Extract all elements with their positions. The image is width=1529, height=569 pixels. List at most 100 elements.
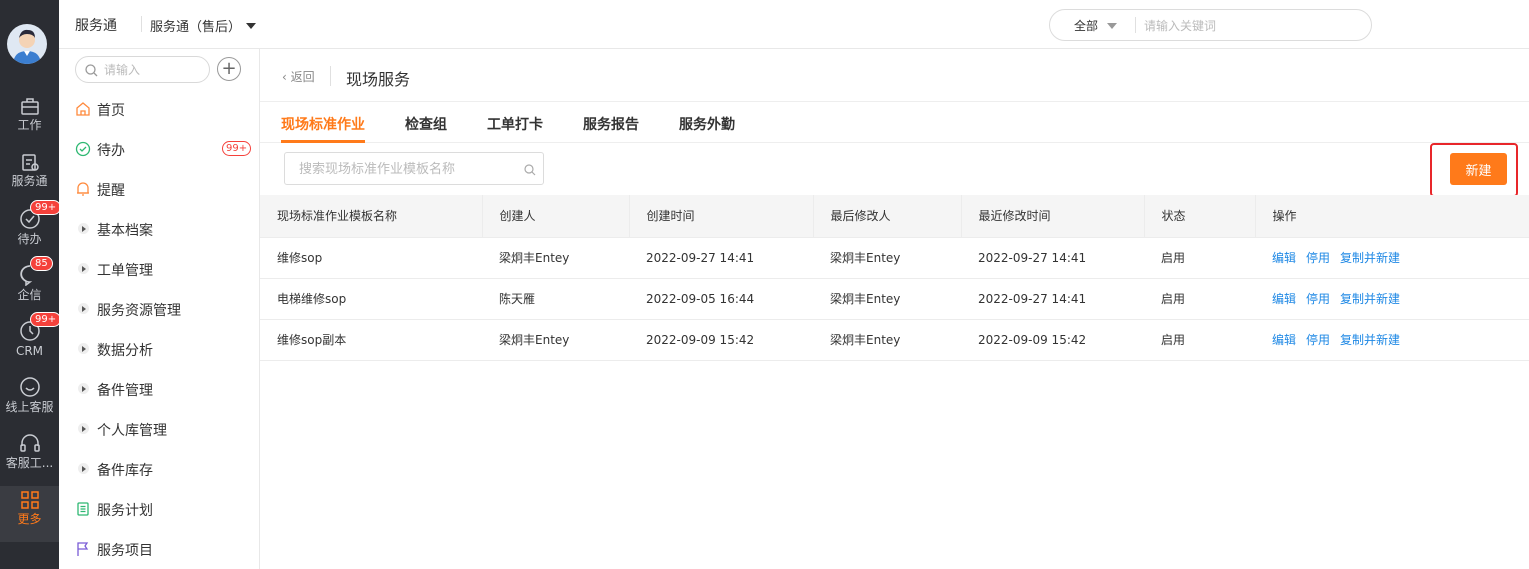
expand-icon[interactable] bbox=[78, 263, 89, 274]
template-table: 现场标准作业模板名称 创建人 创建时间 最后修改人 最近修改时间 状态 操作 维… bbox=[260, 195, 1529, 361]
edit-link[interactable]: 编辑 bbox=[1272, 333, 1296, 347]
edit-link[interactable]: 编辑 bbox=[1272, 292, 1296, 306]
page-title: 现场服务 bbox=[346, 70, 411, 89]
caret-down-icon[interactable] bbox=[246, 23, 256, 29]
active-tab-indicator bbox=[281, 140, 365, 143]
sidebar-item-label: 首页 bbox=[97, 103, 125, 119]
app-brand: 服务通 bbox=[75, 18, 117, 34]
template-search bbox=[284, 152, 544, 185]
column-header: 最后修改人 bbox=[813, 195, 962, 238]
sidebar-item-work-order[interactable]: 工单管理 bbox=[75, 258, 255, 282]
sidebar-item-basic-archive[interactable]: 基本档案 bbox=[75, 218, 255, 242]
rail-item-label: 服务通 bbox=[11, 174, 48, 188]
new-button[interactable]: 新建 bbox=[1450, 153, 1507, 185]
sidebar-item-label: 服务资源管理 bbox=[97, 303, 181, 319]
top-bar: 服务通 服务通（售后） 全部 bbox=[59, 0, 1529, 49]
sidebar-search-input[interactable] bbox=[104, 61, 204, 79]
sidebar-item-data-analysis[interactable]: 数据分析 bbox=[75, 338, 255, 362]
sidebar-item-label: 服务计划 bbox=[97, 503, 153, 519]
sidebar-item-service-resources[interactable]: 服务资源管理 bbox=[75, 298, 255, 322]
back-link[interactable]: ‹ 返回 bbox=[282, 68, 315, 85]
disable-link[interactable]: 停用 bbox=[1306, 251, 1330, 265]
sidebar-item-spare-parts[interactable]: 备件管理 bbox=[75, 378, 255, 402]
sidebar-item-label: 提醒 bbox=[97, 183, 125, 199]
sidebar-item-reminder[interactable]: 提醒 bbox=[75, 178, 255, 202]
sidebar-item-todo[interactable]: 待办 99+ bbox=[75, 138, 255, 162]
copy-new-link[interactable]: 复制并新建 bbox=[1340, 333, 1400, 347]
tab-inspection-group[interactable]: 检查组 bbox=[405, 114, 447, 134]
sidebar-item-service-project[interactable]: 服务项目 bbox=[75, 538, 255, 562]
tab-field-service[interactable]: 服务外勤 bbox=[679, 114, 735, 134]
sidebar: + 首页 待办 99+ 提醒 基本档案 工单管理 服务资源管理 数据分析 备件管… bbox=[59, 49, 260, 569]
grid-icon bbox=[20, 491, 39, 509]
tab-work-order-checkin[interactable]: 工单打卡 bbox=[487, 114, 543, 134]
cell-status: 启用 bbox=[1144, 278, 1255, 320]
copy-new-link[interactable]: 复制并新建 bbox=[1340, 292, 1400, 306]
expand-icon[interactable] bbox=[78, 423, 89, 434]
sidebar-item-label: 个人库管理 bbox=[97, 423, 167, 439]
headset-icon bbox=[19, 434, 40, 452]
app-switcher[interactable]: 服务通（售后） bbox=[150, 16, 241, 35]
search-icon[interactable] bbox=[524, 164, 536, 176]
briefcase-icon bbox=[20, 98, 39, 115]
sidebar-item-label: 备件管理 bbox=[97, 383, 153, 399]
sidebar-item-label: 数据分析 bbox=[97, 343, 153, 359]
sidebar-item-home[interactable]: 首页 bbox=[75, 98, 255, 122]
sidebar-item-label: 工单管理 bbox=[97, 263, 153, 279]
expand-icon[interactable] bbox=[78, 383, 89, 394]
sidebar-item-spare-stock[interactable]: 备件库存 bbox=[75, 458, 255, 482]
sidebar-item-service-plan[interactable]: 服务计划 bbox=[75, 498, 255, 522]
rail-item-todo[interactable]: 待办 99+ bbox=[0, 200, 62, 262]
user-avatar[interactable] bbox=[7, 24, 47, 64]
column-header: 创建时间 bbox=[629, 195, 814, 238]
edit-link[interactable]: 编辑 bbox=[1272, 251, 1296, 265]
rail-item-service[interactable]: 服务通 bbox=[0, 152, 59, 206]
rail-item-more[interactable]: 更多 bbox=[0, 486, 59, 542]
rail-item-label: 更多 bbox=[17, 512, 42, 526]
sidebar-item-label: 备件库存 bbox=[97, 463, 153, 479]
cell-modifier: 梁炯丰Entey bbox=[813, 319, 961, 361]
rail-badge: 99+ bbox=[30, 200, 62, 215]
rail-item-agent[interactable]: 客服工... bbox=[0, 432, 59, 486]
bell-icon bbox=[77, 182, 89, 196]
table-row: 电梯维修sop 陈天雁 2022-09-05 16:44 梁炯丰Entey 20… bbox=[260, 278, 1529, 320]
global-search-input[interactable] bbox=[1144, 16, 1354, 36]
disable-link[interactable]: 停用 bbox=[1306, 333, 1330, 347]
cell-creator: 梁炯丰Entey bbox=[482, 237, 629, 279]
app-rail: 工作 服务通 待办 99+ 企信 85 CRM 99+ 线上客服 客服工... … bbox=[0, 0, 62, 569]
expand-icon[interactable] bbox=[78, 463, 89, 474]
search-scope-select[interactable]: 全部 bbox=[1074, 17, 1098, 34]
rail-item-label: CRM bbox=[15, 344, 44, 358]
rail-item-crm[interactable]: CRM 99+ bbox=[0, 312, 62, 374]
copy-new-link[interactable]: 复制并新建 bbox=[1340, 251, 1400, 265]
todo-count-badge: 99+ bbox=[222, 141, 252, 156]
tab-service-report[interactable]: 服务报告 bbox=[583, 114, 639, 134]
rail-item-label: 工作 bbox=[17, 118, 42, 132]
rail-item-work[interactable]: 工作 bbox=[0, 96, 59, 150]
cell-modified: 2022-09-27 14:41 bbox=[961, 237, 1144, 279]
sidebar-item-label: 待办 bbox=[97, 143, 125, 159]
expand-icon[interactable] bbox=[78, 303, 89, 314]
cell-creator: 陈天雁 bbox=[482, 278, 629, 320]
cell-modified: 2022-09-27 14:41 bbox=[961, 278, 1144, 320]
back-label: 返回 bbox=[290, 70, 315, 84]
tab-bar: 现场标准作业 检查组 工单打卡 服务报告 服务外勤 bbox=[260, 101, 1529, 143]
add-button[interactable]: + bbox=[217, 57, 241, 81]
tab-standard-operation[interactable]: 现场标准作业 bbox=[281, 114, 365, 134]
caret-down-icon[interactable] bbox=[1107, 23, 1117, 29]
rail-item-online-service[interactable]: 线上客服 bbox=[0, 376, 59, 430]
rail-item-label: 待办 bbox=[17, 232, 42, 246]
rail-item-chat[interactable]: 企信 85 bbox=[0, 256, 59, 318]
divider bbox=[330, 66, 331, 86]
template-search-input[interactable] bbox=[299, 161, 499, 177]
cell-created: 2022-09-05 16:44 bbox=[629, 278, 813, 320]
expand-icon[interactable] bbox=[78, 343, 89, 354]
column-header: 操作 bbox=[1255, 195, 1529, 238]
table-header-row: 现场标准作业模板名称 创建人 创建时间 最后修改人 最近修改时间 状态 操作 bbox=[260, 195, 1529, 238]
rail-item-label: 线上客服 bbox=[5, 400, 54, 414]
divider bbox=[141, 16, 142, 32]
disable-link[interactable]: 停用 bbox=[1306, 292, 1330, 306]
expand-icon[interactable] bbox=[78, 223, 89, 234]
home-icon bbox=[76, 102, 90, 116]
sidebar-item-personal-library[interactable]: 个人库管理 bbox=[75, 418, 255, 442]
